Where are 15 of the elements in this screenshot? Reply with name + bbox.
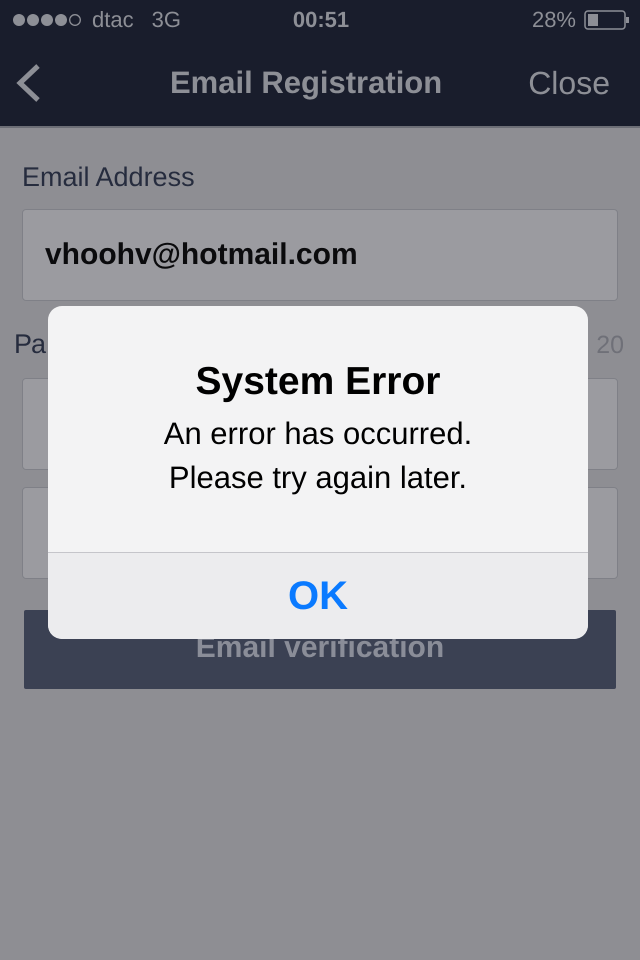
field-label: Email Address <box>22 162 196 193</box>
signal-icon <box>12 13 84 27</box>
network-type: 3G <box>152 7 181 33</box>
screen-title: Email Registration <box>169 65 444 101</box>
field-label: Pa <box>14 329 46 360</box>
battery-percent: 28% <box>532 7 576 33</box>
carrier-name: dtac <box>92 7 134 33</box>
ok-button[interactable]: OK <box>48 552 588 639</box>
clock: 00:51 <box>292 7 350 32</box>
close-link[interactable]: Close <box>528 64 610 102</box>
battery-icon <box>584 10 630 30</box>
alert-title: System Error <box>196 360 440 404</box>
email-field[interactable]: vhoohv@hotmail.com <box>22 209 618 301</box>
alert-message: An error has occurred. <box>164 415 472 453</box>
alert-message: Please try again later. <box>168 459 468 497</box>
